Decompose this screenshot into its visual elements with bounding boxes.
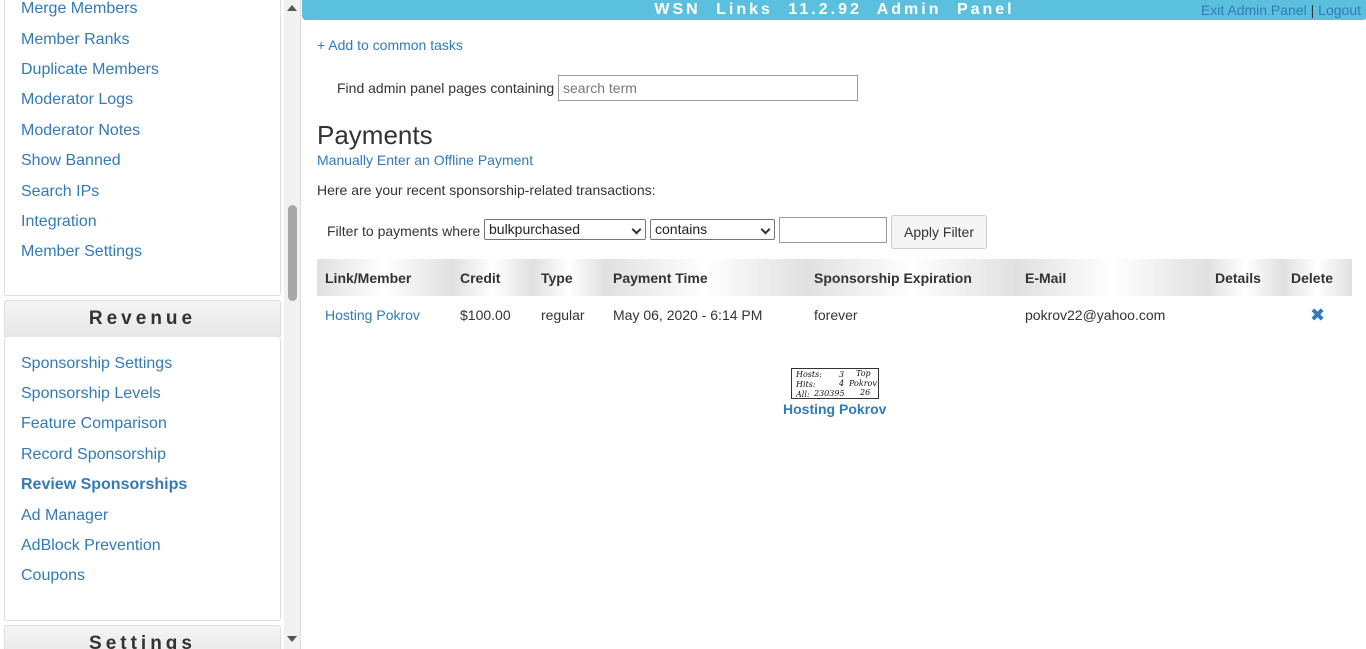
apply-filter-button[interactable]: Apply Filter	[891, 215, 987, 249]
table-row: Hosting Pokrov $100.00 regular May 06, 2…	[317, 296, 1352, 333]
cell-payment-time: May 06, 2020 - 6:14 PM	[613, 306, 763, 323]
hit-counter-badge[interactable]: Hosts: 3 Top Hits: 4 Pokrov All: 230395 …	[791, 368, 879, 399]
chevron-down-icon	[760, 224, 771, 235]
filter-value-input[interactable]	[779, 217, 887, 243]
filter-field-value: bulkpurchased	[489, 221, 581, 237]
sidebar-item-duplicate-members[interactable]: Duplicate Members	[21, 60, 159, 80]
column-header-credit[interactable]: Credit	[452, 259, 533, 296]
cell-type: regular	[541, 306, 585, 323]
filter-operator-select[interactable]: contains	[650, 219, 775, 240]
revenue-header[interactable]: Revenue	[4, 300, 281, 338]
filter-field-select[interactable]: bulkpurchased	[484, 219, 646, 240]
counter-name-label: Pokrov	[849, 379, 877, 388]
sidebar-item-member-ranks[interactable]: Member Ranks	[21, 30, 129, 50]
offline-payment-link[interactable]: Manually Enter an Offline Payment	[317, 152, 533, 168]
sidebar-scrollbar[interactable]	[284, 0, 300, 649]
sidebar-item-merge-members[interactable]: Merge Members	[21, 0, 137, 19]
counter-site-link[interactable]: Hosting Pokrov	[783, 401, 886, 417]
counter-all-value: 230395	[814, 389, 845, 398]
cell-details	[1207, 296, 1283, 333]
sidebar-item-moderator-logs[interactable]: Moderator Logs	[21, 90, 133, 110]
counter-top-label: Top	[856, 369, 871, 378]
admin-topbar: WSN Links 11.2.92 Admin Panel Exit Admin…	[302, 0, 1366, 20]
intro-text: Here are your recent sponsorship-related…	[317, 182, 656, 198]
main-content: WSN Links 11.2.92 Admin Panel Exit Admin…	[300, 0, 1366, 649]
cell-credit: $100.00	[460, 306, 511, 323]
sidebar-item-integration[interactable]: Integration	[21, 212, 97, 232]
cell-expiration: forever	[814, 306, 858, 323]
find-pages-label: Find admin panel pages containing	[337, 80, 555, 96]
page-title: Payments	[317, 120, 433, 150]
column-header-email[interactable]: E-Mail	[1017, 259, 1207, 296]
column-header-type[interactable]: Type	[533, 259, 605, 296]
column-header-delete: Delete	[1283, 259, 1352, 296]
revenue-panel: Sponsorship Settings Sponsorship Levels …	[4, 337, 281, 621]
counter-hosts-label: Hosts:	[796, 370, 822, 379]
exit-admin-panel-link[interactable]: Exit Admin Panel	[1201, 2, 1307, 18]
sidebar: Merge Members Member Ranks Duplicate Mem…	[0, 0, 300, 649]
filter-label: Filter to payments where	[327, 223, 481, 239]
sidebar-item-record-sponsorship[interactable]: Record Sponsorship	[21, 445, 166, 465]
sidebar-item-feature-comparison[interactable]: Feature Comparison	[21, 414, 167, 434]
sidebar-item-sponsorship-settings[interactable]: Sponsorship Settings	[21, 354, 172, 374]
sidebar-item-moderator-notes[interactable]: Moderator Notes	[21, 121, 140, 141]
sidebar-item-review-sponsorships[interactable]: Review Sponsorships	[21, 475, 187, 495]
topbar-separator: |	[1310, 2, 1315, 18]
sidebar-item-ad-manager[interactable]: Ad Manager	[21, 506, 108, 526]
column-header-link-member[interactable]: Link/Member	[317, 259, 452, 296]
column-header-sponsorship-expiration[interactable]: Sponsorship Expiration	[806, 259, 1017, 296]
counter-rank-value: 26	[860, 388, 871, 397]
topbar-links: Exit Admin Panel | Logout	[1201, 0, 1361, 20]
scroll-up-icon[interactable]	[287, 5, 297, 11]
close-icon[interactable]: ✖	[1310, 306, 1325, 324]
counter-hosts-value: 3	[839, 370, 845, 379]
sidebar-item-show-banned[interactable]: Show Banned	[21, 151, 121, 171]
cell-link: Hosting Pokrov	[317, 296, 452, 333]
counter-hits-value: 4	[839, 379, 845, 388]
member-link[interactable]: Hosting Pokrov	[325, 307, 420, 323]
table-header-row: Link/Member Credit Type Payment Time Spo…	[317, 259, 1352, 296]
cell-email: pokrov22@yahoo.com	[1025, 306, 1166, 323]
sidebar-item-sponsorship-levels[interactable]: Sponsorship Levels	[21, 384, 161, 404]
settings-header[interactable]: Settings	[4, 625, 281, 649]
cell-delete: ✖	[1283, 296, 1352, 333]
sidebar-item-member-settings[interactable]: Member Settings	[21, 242, 142, 262]
payments-table: Link/Member Credit Type Payment Time Spo…	[317, 259, 1352, 333]
scroll-thumb[interactable]	[288, 205, 297, 301]
find-pages-input[interactable]	[558, 75, 858, 101]
filter-operator-value: contains	[655, 221, 708, 237]
add-to-common-tasks-link[interactable]: + Add to common tasks	[317, 37, 463, 53]
counter-hits-label: Hits:	[796, 380, 816, 389]
column-header-details: Details	[1207, 259, 1283, 296]
column-header-payment-time[interactable]: Payment Time	[605, 259, 806, 296]
chevron-down-icon	[631, 224, 642, 235]
sidebar-item-adblock-prevention[interactable]: AdBlock Prevention	[21, 536, 161, 556]
counter-all-label: All:	[796, 390, 810, 399]
logout-link[interactable]: Logout	[1318, 2, 1361, 18]
scroll-down-icon[interactable]	[287, 636, 297, 642]
members-panel: Merge Members Member Ranks Duplicate Mem…	[4, 0, 281, 296]
sidebar-item-search-ips[interactable]: Search IPs	[21, 182, 99, 202]
sidebar-item-coupons[interactable]: Coupons	[21, 566, 85, 586]
